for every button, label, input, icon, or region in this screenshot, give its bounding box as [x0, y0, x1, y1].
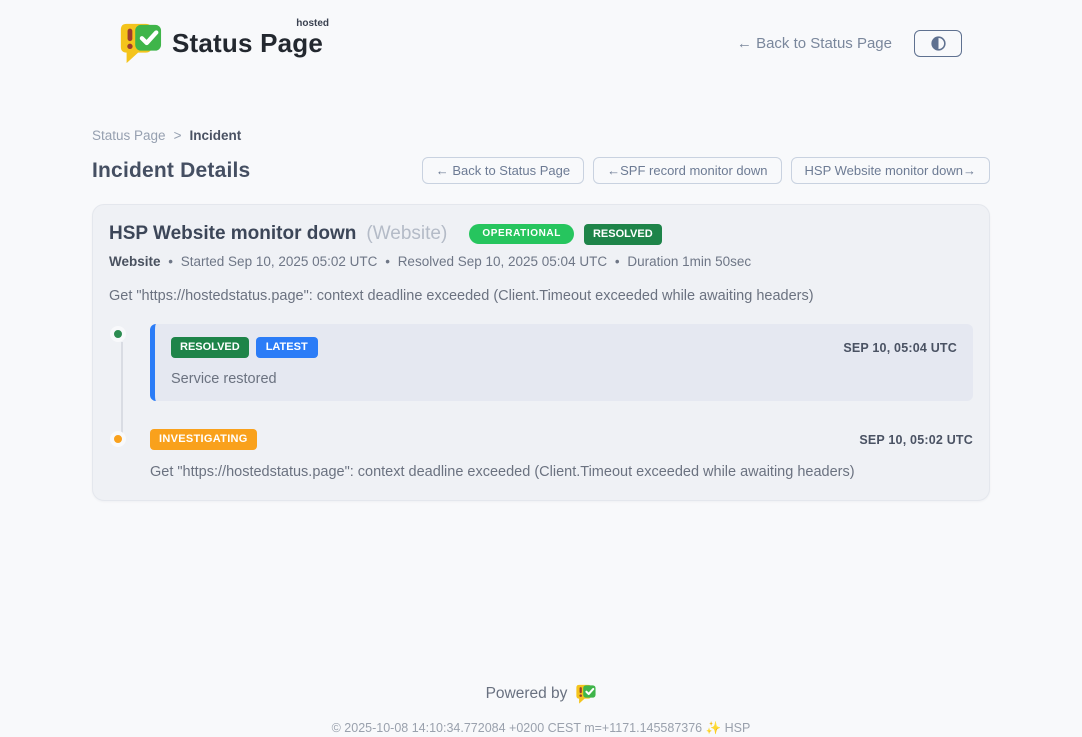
brand-name: Status Page — [172, 28, 323, 59]
powered-by-label: Powered by — [486, 685, 568, 703]
incident-title: HSP Website monitor down — [109, 223, 356, 245]
page-title: Incident Details — [92, 159, 250, 183]
header-actions: ← Back to Status Page — [737, 30, 962, 57]
next-incident-button[interactable]: HSP Website monitor down→ — [791, 157, 990, 184]
footer-brand-logo-icon[interactable] — [575, 683, 596, 705]
breadcrumb-incident: Incident — [189, 128, 241, 143]
timeline-investigating-badge: INVESTIGATING — [150, 429, 257, 450]
operational-status-badge: OPERATIONAL — [469, 224, 574, 244]
page-footer: Powered by © 2025-10-08 14:10:34.772084 … — [92, 683, 990, 736]
back-to-status-page-button[interactable]: ← Back to Status Page — [422, 157, 584, 184]
timeline-latest-badge: LATEST — [256, 337, 318, 358]
incident-meta: Website • Started Sep 10, 2025 05:02 UTC… — [109, 254, 973, 269]
resolved-state-badge: RESOLVED — [584, 224, 662, 245]
half-circle-theme-icon — [929, 34, 948, 53]
incident-timeline: RESOLVED LATEST SEP 10, 05:04 UTC Servic… — [109, 324, 973, 480]
brand-logo[interactable]: Status Page hosted — [118, 20, 323, 66]
timeline-resolved-timestamp: SEP 10, 05:04 UTC — [843, 341, 957, 355]
previous-incident-button[interactable]: ←SPF record monitor down — [593, 157, 781, 184]
incident-nav-buttons: ← Back to Status Page ←SPF record monito… — [422, 157, 990, 184]
resolved-timestamp: Resolved Sep 10, 2025 05:04 UTC — [398, 254, 607, 269]
main-content: Status Page > Incident Incident Details … — [92, 128, 990, 736]
header-back-to-status-link[interactable]: ← Back to Status Page — [737, 35, 892, 52]
breadcrumb-status-page[interactable]: Status Page — [92, 128, 166, 143]
theme-toggle-button[interactable] — [914, 30, 962, 57]
timeline-investigating-message: Get "https://hostedstatus.page": context… — [150, 464, 973, 480]
timeline-resolved-message: Service restored — [171, 371, 957, 387]
incident-description: Get "https://hostedstatus.page": context… — [109, 288, 973, 304]
resolved-timeline-dot — [110, 326, 126, 342]
brand-superscript: hosted — [296, 18, 329, 29]
started-timestamp: Started Sep 10, 2025 05:02 UTC — [181, 254, 378, 269]
timeline-resolved-badge: RESOLVED — [171, 337, 249, 358]
monitor-name: Website — [109, 254, 161, 269]
investigating-timeline-dot — [110, 431, 126, 447]
status-page-logo-icon — [118, 20, 162, 66]
incident-duration: Duration 1min 50sec — [627, 254, 751, 269]
incident-component: (Website) — [366, 223, 447, 245]
app-header: Status Page hosted ← Back to Status Page — [0, 0, 1082, 72]
timeline-item-investigating: INVESTIGATING SEP 10, 05:02 UTC Get "htt… — [109, 429, 973, 480]
copyright-text: © 2025-10-08 14:10:34.772084 +0200 CEST … — [92, 721, 990, 736]
timeline-item-resolved: RESOLVED LATEST SEP 10, 05:04 UTC Servic… — [109, 324, 973, 401]
timeline-investigating-timestamp: SEP 10, 05:02 UTC — [859, 433, 973, 447]
incident-card: HSP Website monitor down (Website) OPERA… — [92, 204, 990, 501]
resolved-update-box: RESOLVED LATEST SEP 10, 05:04 UTC Servic… — [150, 324, 973, 401]
breadcrumb: Status Page > Incident — [92, 128, 990, 143]
breadcrumb-separator: > — [174, 128, 182, 143]
